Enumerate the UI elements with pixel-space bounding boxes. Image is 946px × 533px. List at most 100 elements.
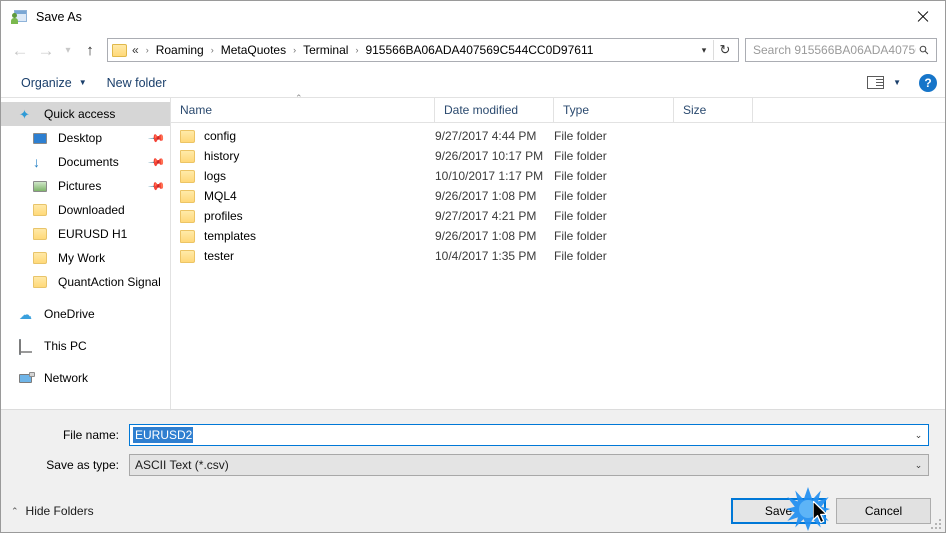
- file-name-cell: history: [171, 149, 435, 163]
- file-name-input[interactable]: EURUSD2 ⌄: [129, 424, 929, 446]
- sidebar-item-downloaded[interactable]: Downloaded: [1, 198, 170, 222]
- breadcrumb-item-metaquotes[interactable]: MetaQuotes: [218, 42, 289, 58]
- file-name-cell: logs: [171, 169, 435, 183]
- folder-icon: [180, 189, 195, 203]
- breadcrumb-separator: ›: [293, 45, 297, 55]
- resize-grip-icon[interactable]: [929, 517, 941, 529]
- new-folder-button[interactable]: New folder: [101, 73, 173, 93]
- file-name-label: config: [204, 129, 237, 143]
- network-icon: [19, 372, 37, 384]
- sidebar-item-eurusd-h1[interactable]: EURUSD H1: [1, 222, 170, 246]
- table-row[interactable]: MQL4 9/26/2017 1:08 PM File folder: [171, 186, 945, 206]
- dialog-body: ✦ Quick access Desktop 📌 ↓ Documents 📌 P…: [1, 93, 945, 409]
- sidebar-item-label: EURUSD H1: [58, 227, 128, 241]
- save-as-dialog: Save As ← → ▾ ↑ « › Roaming › MetaQuotes: [0, 0, 946, 533]
- file-name-label: tester: [204, 249, 235, 263]
- save-as-type-label: Save as type:: [46, 458, 119, 472]
- sidebar-item-documents[interactable]: ↓ Documents 📌: [1, 150, 170, 174]
- recent-locations-button[interactable]: ▾: [59, 37, 77, 63]
- caret-down-icon: ▼: [78, 78, 87, 87]
- view-layout-icon: [867, 76, 885, 89]
- sidebar-item-label: Network: [44, 371, 89, 385]
- sidebar-item-desktop[interactable]: Desktop 📌: [1, 126, 170, 150]
- file-name-row: File name: EURUSD2 ⌄: [17, 424, 929, 446]
- close-icon: [916, 10, 929, 23]
- address-dropdown-button[interactable]: ▾: [695, 39, 713, 61]
- folder-icon: [180, 249, 195, 263]
- up-one-level-button[interactable]: ↑: [77, 37, 103, 63]
- folder-icon: [180, 229, 195, 243]
- chevron-down-icon[interactable]: ⌄: [910, 430, 927, 441]
- save-form: File name: EURUSD2 ⌄ Save as type: ASCII…: [1, 409, 945, 490]
- hide-folders-button[interactable]: ⌃ Hide Folders: [11, 504, 94, 518]
- sidebar-item-quick-access[interactable]: ✦ Quick access: [1, 102, 170, 126]
- close-button[interactable]: [899, 1, 945, 32]
- new-folder-label: New folder: [106, 75, 167, 90]
- sidebar-item-pictures[interactable]: Pictures 📌: [1, 174, 170, 198]
- search-input[interactable]: Search 915566BA06ADA40756...: [753, 43, 916, 57]
- forward-button[interactable]: →: [33, 37, 59, 63]
- column-header-label: Name: [180, 103, 213, 117]
- file-list-pane: Name ⌃ Date modified Type Size config 9/…: [171, 93, 945, 409]
- table-row[interactable]: config 9/27/2017 4:44 PM File folder: [171, 126, 945, 146]
- navigation-pane: ✦ Quick access Desktop 📌 ↓ Documents 📌 P…: [1, 98, 171, 409]
- sidebar-item-label: OneDrive: [44, 307, 95, 321]
- search-icon: ⚲: [915, 41, 933, 59]
- title-bar: Save As: [1, 1, 945, 32]
- folder-icon: [180, 209, 195, 223]
- refresh-button[interactable]: ↻: [714, 39, 736, 61]
- sidebar-item-network[interactable]: Network: [1, 366, 170, 390]
- star-pin-icon: ✦: [19, 106, 30, 122]
- chevron-down-icon: ▾: [65, 44, 71, 56]
- breadcrumb-item-terminal[interactable]: Terminal: [300, 42, 351, 58]
- sidebar-item-label: Quick access: [44, 107, 116, 121]
- sidebar-item-label: This PC: [44, 339, 87, 353]
- sidebar-item-my-work[interactable]: My Work: [1, 246, 170, 270]
- help-icon: ?: [924, 75, 932, 90]
- breadcrumb-item-roaming[interactable]: Roaming: [153, 42, 207, 58]
- save-button[interactable]: Save: [731, 498, 826, 524]
- table-row[interactable]: templates 9/26/2017 1:08 PM File folder: [171, 226, 945, 246]
- folder-icon: [33, 276, 51, 288]
- save-as-type-select[interactable]: ASCII Text (*.csv) ⌄: [129, 454, 929, 476]
- sidebar-item-onedrive[interactable]: ☁ OneDrive: [1, 302, 170, 326]
- column-header-type[interactable]: Type: [554, 98, 674, 122]
- column-header-date-modified[interactable]: Date modified: [435, 98, 554, 122]
- table-row[interactable]: history 9/26/2017 10:17 PM File folder: [171, 146, 945, 166]
- file-date-cell: 9/26/2017 1:08 PM: [435, 229, 537, 243]
- column-header-size[interactable]: Size: [674, 98, 753, 122]
- pin-icon: 📌: [147, 177, 166, 196]
- table-row[interactable]: profiles 9/27/2017 4:21 PM File folder: [171, 206, 945, 226]
- file-name-label: history: [204, 149, 240, 163]
- address-bar[interactable]: « › Roaming › MetaQuotes › Terminal › 91…: [107, 38, 739, 62]
- search-box[interactable]: Search 915566BA06ADA40756... ⚲: [745, 38, 937, 62]
- change-view-button[interactable]: ▼: [862, 73, 906, 92]
- folder-icon: [33, 252, 51, 264]
- help-button[interactable]: ?: [919, 73, 937, 92]
- save-button-label: Save: [764, 504, 793, 518]
- column-header-label: Date modified: [444, 103, 519, 117]
- folder-icon: [33, 228, 51, 240]
- chevron-down-icon[interactable]: ⌄: [910, 460, 927, 471]
- sidebar-item-this-pc[interactable]: This PC: [1, 334, 170, 358]
- file-name-value[interactable]: EURUSD2: [133, 427, 194, 443]
- breadcrumb-overflow[interactable]: «: [132, 42, 142, 58]
- table-row[interactable]: tester 10/4/2017 1:35 PM File folder: [171, 246, 945, 266]
- sidebar-item-quantaction-signal[interactable]: QuantAction Signal: [1, 270, 170, 294]
- table-row[interactable]: logs 10/10/2017 1:17 PM File folder: [171, 166, 945, 186]
- file-name-label: MQL4: [204, 189, 237, 203]
- file-date-cell: 9/27/2017 4:44 PM: [435, 129, 537, 143]
- file-type-cell: File folder: [554, 149, 607, 163]
- back-button[interactable]: ←: [7, 37, 33, 63]
- file-name-label: File name:: [62, 428, 119, 442]
- organize-button[interactable]: Organize ▼: [15, 73, 93, 93]
- column-header-name[interactable]: Name ⌃: [171, 93, 435, 122]
- breadcrumb-item-instance-id[interactable]: 915566BA06ADA407569C544CC0D97611: [362, 42, 596, 58]
- refresh-icon: ↻: [719, 42, 731, 57]
- file-type-cell: File folder: [554, 249, 607, 263]
- file-name-cell: profiles: [171, 209, 435, 223]
- breadcrumb-separator: ›: [145, 45, 149, 55]
- file-name-cell: templates: [171, 229, 435, 243]
- cancel-button[interactable]: Cancel: [836, 498, 931, 524]
